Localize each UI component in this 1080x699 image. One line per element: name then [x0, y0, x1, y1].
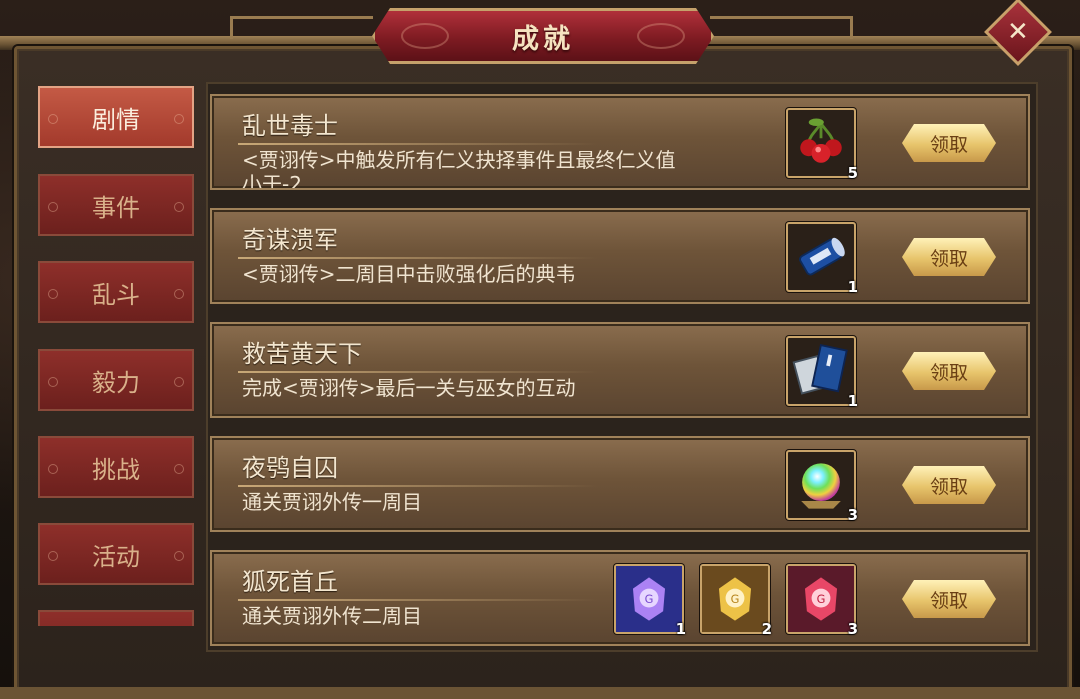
divider: [238, 257, 598, 259]
tab-ornament-icon: [174, 114, 184, 124]
tab-ornament-icon: [48, 202, 58, 212]
reward-count: 1: [675, 620, 686, 638]
tab-ornament-icon: [48, 114, 58, 124]
page-title: 成就: [512, 23, 574, 55]
claim-button[interactable]: 领取: [902, 580, 996, 618]
achievement-card: 奇谋溃军 <贾诩传>二周目中击败强化后的典韦 1 领取: [210, 208, 1030, 304]
reward-count: 3: [847, 620, 858, 638]
divider: [238, 371, 598, 373]
divider: [238, 485, 598, 487]
reward-count: 2: [761, 620, 772, 638]
tab-label: 剧情: [92, 105, 140, 134]
book-icon[interactable]: 1: [786, 336, 858, 410]
svg-text:G: G: [817, 593, 826, 606]
tab-activity[interactable]: 活动: [38, 523, 194, 585]
achievement-card: 乱世毒士 <贾诩传>中触发所有仁义抉择事件且最终仁义值小于-2 5 领取: [210, 94, 1030, 190]
tab-brawl[interactable]: 乱斗: [38, 261, 194, 323]
tab-label: 事件: [92, 193, 140, 222]
achievement-title: 奇谋溃军: [242, 226, 338, 254]
achievement-description: 通关贾诩外传一周目: [242, 490, 422, 514]
tab-ornament-icon: [174, 551, 184, 561]
swirl-ornament-icon: [637, 23, 685, 49]
tab-ornament-icon: [174, 464, 184, 474]
tab-label: 乱斗: [92, 280, 140, 309]
svg-text:G: G: [731, 593, 740, 606]
tab-label: 活动: [92, 542, 140, 571]
divider: [238, 599, 598, 601]
achievement-description: <贾诩传>中触发所有仁义抉择事件且最终仁义值小于-2: [242, 148, 676, 188]
tab-events[interactable]: 事件: [38, 174, 194, 236]
bottom-rail: [0, 687, 1080, 699]
claim-button[interactable]: 领取: [902, 466, 996, 504]
achievement-card: 狐死首丘 通关贾诩外传二周目 G 1 G 2 G 3 领取: [210, 550, 1030, 646]
tab-more[interactable]: [38, 610, 194, 626]
achievement-title: 夜鸮自囚: [242, 454, 338, 482]
achievement-description: <贾诩传>二周目中击败强化后的典韦: [242, 262, 576, 286]
category-sidebar: 剧情 事件 乱斗 毅力 挑战 活动: [38, 86, 196, 626]
tab-label: 毅力: [92, 368, 140, 397]
achievement-card: 夜鸮自囚 通关贾诩外传一周目 3 领取: [210, 436, 1030, 532]
red-gem-icon[interactable]: G 3: [786, 564, 858, 638]
tab-ornament-icon: [48, 377, 58, 387]
claim-button[interactable]: 领取: [902, 238, 996, 276]
achievement-title: 救苦黄天下: [242, 340, 362, 368]
purple-gem-icon[interactable]: G 1: [614, 564, 686, 638]
cherry-icon[interactable]: 5: [786, 108, 858, 182]
svg-text:G: G: [645, 593, 654, 606]
divider: [238, 143, 598, 145]
reward-count: 3: [847, 506, 858, 524]
swirl-ornament-icon: [401, 23, 449, 49]
close-icon: ✕: [1007, 16, 1029, 47]
tab-ornament-icon: [174, 202, 184, 212]
rail-ornament-right: [710, 16, 853, 39]
claim-button[interactable]: 领取: [902, 124, 996, 162]
tab-ornament-icon: [48, 464, 58, 474]
reward-count: 5: [847, 164, 858, 182]
tab-ornament-icon: [48, 551, 58, 561]
achievement-description: 完成<贾诩传>最后一关与巫女的互动: [242, 376, 576, 400]
claim-button[interactable]: 领取: [902, 352, 996, 390]
achievement-title: 乱世毒士: [242, 112, 338, 140]
tab-story[interactable]: 剧情: [38, 86, 194, 148]
gold-gem-icon[interactable]: G 2: [700, 564, 772, 638]
rail-ornament-left: [230, 16, 373, 39]
rainbow-orb-icon[interactable]: 3: [786, 450, 858, 524]
reward-count: 1: [847, 278, 858, 296]
tab-label: 挑战: [92, 455, 140, 484]
scroll-icon[interactable]: 1: [786, 222, 858, 296]
tab-ornament-icon: [48, 289, 58, 299]
tab-ornament-icon: [174, 377, 184, 387]
achievement-card: 救苦黄天下 完成<贾诩传>最后一关与巫女的互动 1 领取: [210, 322, 1030, 418]
title-plate: 成就: [372, 8, 714, 64]
achievement-title: 狐死首丘: [242, 568, 338, 596]
tab-perseverance[interactable]: 毅力: [38, 349, 194, 411]
tab-ornament-icon: [174, 289, 184, 299]
reward-count: 1: [847, 392, 858, 410]
tab-challenge[interactable]: 挑战: [38, 436, 194, 498]
